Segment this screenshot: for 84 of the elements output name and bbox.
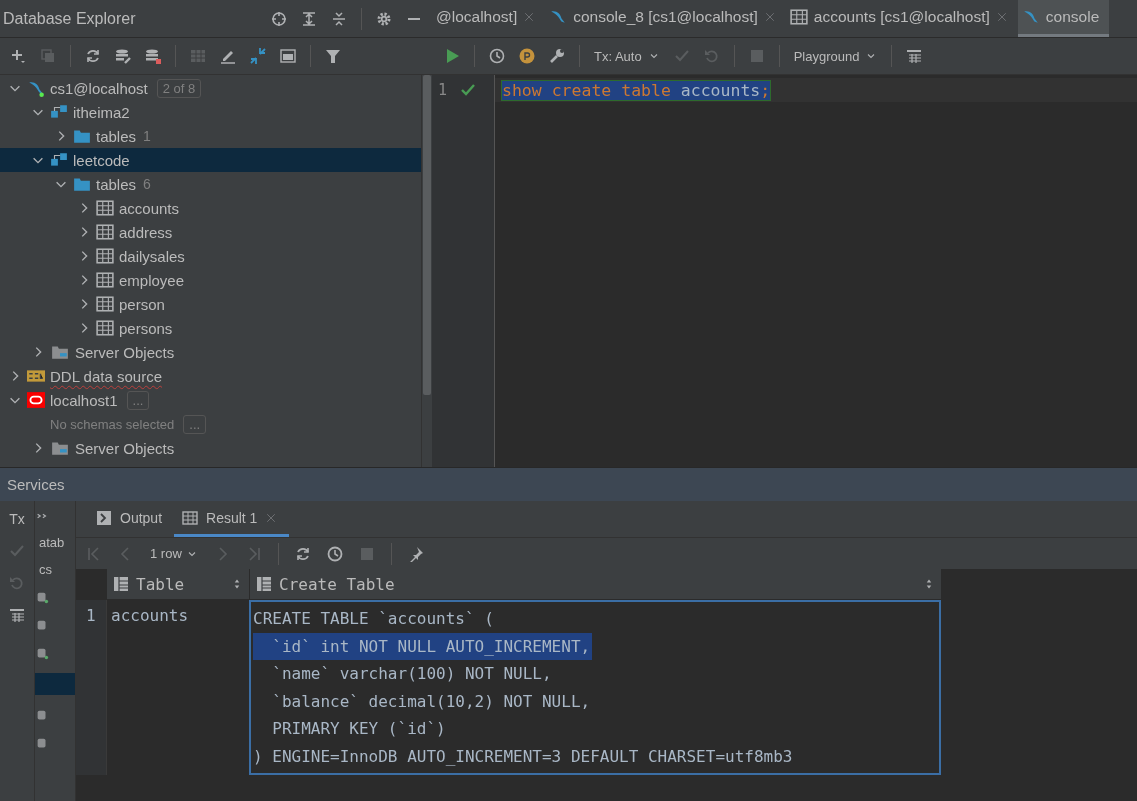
table-view-icon[interactable] bbox=[9, 607, 25, 623]
table-icon bbox=[96, 199, 114, 217]
collapse-all-icon[interactable] bbox=[331, 10, 347, 27]
edit-icon[interactable] bbox=[220, 48, 236, 64]
expand-all-icon[interactable] bbox=[301, 10, 317, 27]
folder-icon bbox=[73, 127, 91, 145]
settings-icon[interactable] bbox=[376, 10, 392, 27]
item-count: 6 bbox=[143, 176, 151, 192]
code-line: `balance` decimal(10,2) NOT NULL, bbox=[271, 690, 592, 713]
tree-item[interactable]: leetcode bbox=[73, 151, 130, 169]
table-icon bbox=[96, 319, 114, 337]
p-circle-icon[interactable] bbox=[519, 48, 535, 64]
editor-tab[interactable]: console bbox=[1017, 0, 1110, 37]
refresh-icon[interactable] bbox=[294, 545, 311, 562]
panel-title: Services bbox=[7, 476, 65, 493]
row-number: 1 bbox=[86, 606, 96, 625]
scrollbar[interactable] bbox=[421, 75, 432, 467]
table-icon bbox=[96, 223, 114, 241]
tree-item[interactable]: Server Objects bbox=[75, 343, 175, 361]
commit-check-icon[interactable] bbox=[9, 543, 25, 559]
tree-item[interactable]: person bbox=[119, 295, 165, 313]
transaction-dropdown[interactable]: Tx: Auto bbox=[594, 48, 660, 64]
row-count-dropdown[interactable]: 1 row bbox=[150, 546, 198, 561]
code-line: PRIMARY KEY (`id`) bbox=[271, 718, 447, 740]
refresh-icon[interactable] bbox=[85, 48, 101, 64]
database-icon[interactable] bbox=[145, 48, 161, 64]
tree-item[interactable]: cs1@localhost bbox=[50, 79, 148, 97]
check-icon bbox=[459, 82, 478, 98]
session-dropdown[interactable]: Playground bbox=[793, 48, 878, 64]
tree-item[interactable]: address bbox=[119, 223, 173, 241]
column-icon bbox=[256, 576, 272, 592]
console-icon bbox=[96, 509, 112, 526]
tree-item[interactable]: dailysales bbox=[119, 247, 185, 265]
tree-item[interactable]: persons bbox=[119, 319, 173, 337]
table-icon bbox=[96, 295, 114, 313]
history-icon[interactable] bbox=[489, 48, 505, 64]
tree-item[interactable]: cs bbox=[35, 562, 75, 577]
panel-title: Database Explorer bbox=[2, 9, 136, 28]
tree-item[interactable]: accounts bbox=[119, 199, 180, 217]
table-view-icon[interactable] bbox=[906, 48, 923, 64]
editor-tab[interactable]: accounts [cs1@localhost] bbox=[785, 0, 1018, 37]
tree-item[interactable]: itheima2 bbox=[73, 103, 130, 121]
schema-icon bbox=[50, 103, 68, 121]
arrows-in-icon[interactable] bbox=[250, 48, 266, 64]
schema-icon bbox=[50, 151, 68, 169]
tree-item[interactable]: Server Objects bbox=[75, 439, 175, 457]
editor-tab[interactable]: @localhost] bbox=[432, 0, 546, 37]
tree-item[interactable]: atab bbox=[35, 535, 75, 550]
history-icon[interactable] bbox=[326, 545, 343, 562]
table-icon bbox=[96, 247, 114, 265]
table-icon bbox=[96, 271, 114, 289]
editor-tab[interactable]: console_8 [cs1@localhost] bbox=[545, 0, 786, 37]
tree-item[interactable]: tables bbox=[96, 175, 137, 193]
hint-text: No schemas selected bbox=[50, 416, 175, 432]
code-line: ) ENGINE=InnoDB AUTO_INCREMENT=3 DEFAULT CHARSET=utf8mb3 bbox=[253, 745, 794, 768]
target-icon[interactable] bbox=[271, 10, 287, 27]
code-line: CREATE TABLE `accounts` ( bbox=[253, 608, 495, 630]
database-wrench-icon[interactable] bbox=[115, 48, 131, 64]
column-header[interactable]: Create Table bbox=[249, 569, 941, 600]
folder-icon bbox=[73, 175, 91, 193]
run-icon[interactable] bbox=[444, 48, 460, 64]
oracle-icon bbox=[27, 391, 45, 409]
code-line: `name` varchar(100) NOT NULL, bbox=[271, 663, 553, 685]
column-icon bbox=[113, 576, 129, 592]
item-count: 1 bbox=[143, 128, 151, 144]
column-header[interactable]: Table bbox=[106, 569, 249, 600]
tree-item[interactable]: DDL data source bbox=[50, 367, 162, 385]
folder-icon bbox=[50, 439, 70, 457]
tree-item[interactable]: localhost1 bbox=[50, 391, 118, 409]
ddl-icon bbox=[27, 367, 45, 385]
tree-item[interactable]: employee bbox=[119, 271, 185, 289]
table-icon bbox=[789, 8, 808, 26]
commit-check-icon[interactable] bbox=[673, 48, 690, 64]
ql-console-icon[interactable] bbox=[280, 48, 296, 64]
wrench-icon[interactable] bbox=[549, 48, 565, 64]
transaction-label[interactable]: Tx bbox=[9, 511, 25, 527]
folder-icon bbox=[50, 343, 70, 361]
tree-item[interactable]: tables bbox=[96, 127, 137, 145]
filter-icon[interactable] bbox=[325, 48, 341, 64]
line-number: 1 bbox=[438, 81, 448, 99]
add-icon[interactable] bbox=[10, 48, 26, 64]
cell-editor[interactable]: CREATE TABLE `accounts` ( `id` int NOT NULL AUTO_INCREMENT, `name` varchar(100) NOT NULL, `balance` decimal(10,2) NOT NULL, PRIMARY KEY (`id`) ) ENGINE=InnoDB AUTO_INCREMENT=3 DEFAULT CHARSET=utf8mb3 bbox=[249, 600, 941, 775]
table-icon bbox=[182, 509, 199, 526]
result-tab[interactable]: Output bbox=[88, 501, 175, 537]
